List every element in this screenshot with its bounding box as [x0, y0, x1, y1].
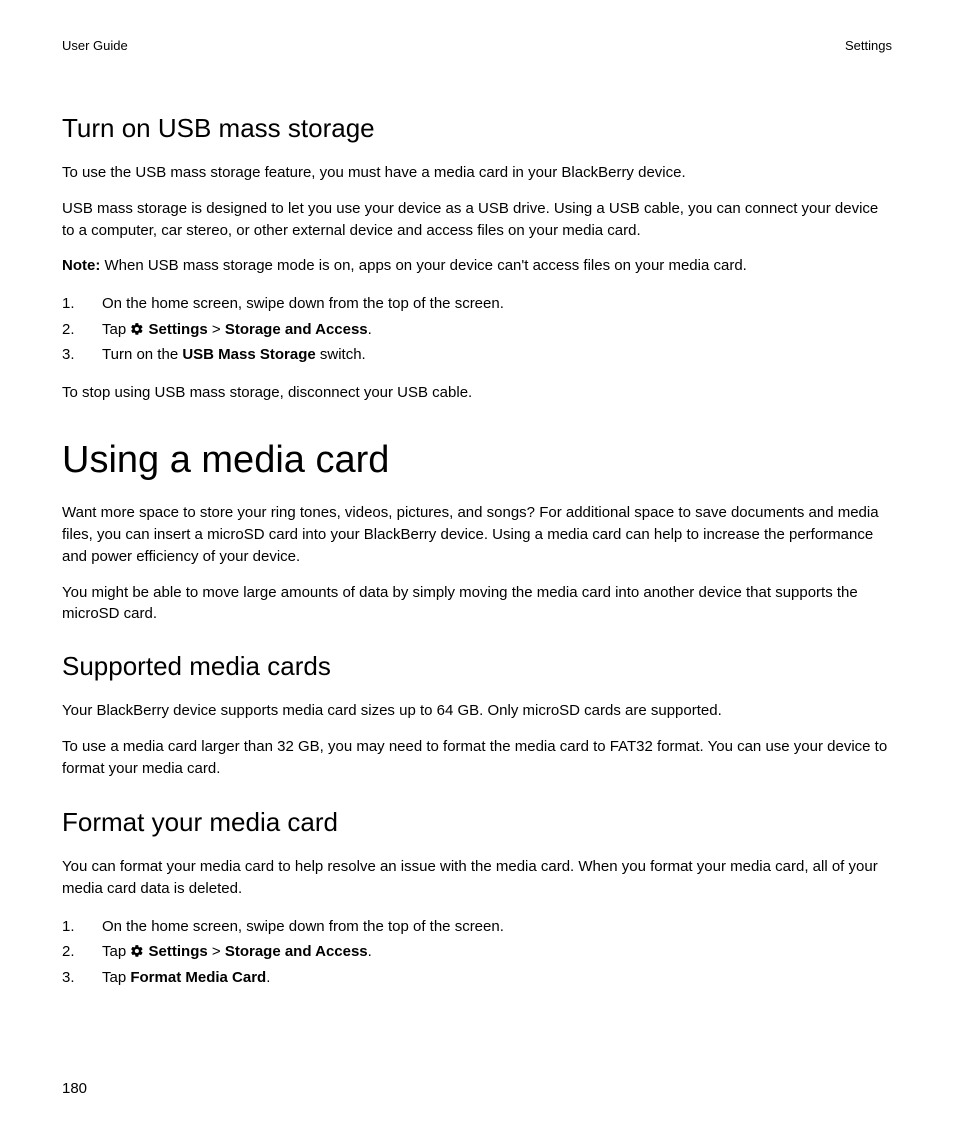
- steps-format-media-card: On the home screen, swipe down from the …: [62, 914, 892, 991]
- path-label: Storage and Access: [225, 943, 368, 960]
- section-title-supported-media-cards: Supported media cards: [62, 651, 892, 682]
- body-text: You might be able to move large amounts …: [62, 582, 892, 626]
- note-label: Note:: [62, 257, 100, 274]
- body-text: To use a media card larger than 32 GB, y…: [62, 736, 892, 780]
- step-item: On the home screen, swipe down from the …: [62, 291, 892, 317]
- step-item: Turn on the USB Mass Storage switch.: [62, 342, 892, 368]
- body-text: To stop using USB mass storage, disconne…: [62, 382, 892, 404]
- step-text: Tap: [102, 321, 130, 338]
- note-body: When USB mass storage mode is on, apps o…: [100, 257, 747, 274]
- body-text: USB mass storage is designed to let you …: [62, 198, 892, 242]
- step-text: .: [368, 321, 372, 338]
- body-text: Want more space to store your ring tones…: [62, 502, 892, 567]
- separator: >: [208, 321, 225, 338]
- page-number: 180: [62, 1080, 87, 1097]
- note-text: Note: When USB mass storage mode is on, …: [62, 255, 892, 277]
- separator: >: [208, 943, 225, 960]
- body-text: Your BlackBerry device supports media ca…: [62, 700, 892, 722]
- step-item: Tap Format Media Card.: [62, 965, 892, 991]
- body-text: You can format your media card to help r…: [62, 856, 892, 900]
- step-item: Tap Settings > Storage and Access.: [62, 317, 892, 343]
- body-text: To use the USB mass storage feature, you…: [62, 162, 892, 184]
- bold-label: USB Mass Storage: [182, 346, 315, 363]
- page-header: User Guide Settings: [62, 38, 892, 53]
- step-text: Tap: [102, 969, 130, 986]
- gear-icon: [130, 941, 144, 955]
- settings-label: Settings: [144, 321, 207, 338]
- step-text: Tap: [102, 943, 130, 960]
- settings-label: Settings: [144, 943, 207, 960]
- steps-usb-mass-storage: On the home screen, swipe down from the …: [62, 291, 892, 368]
- header-right: Settings: [845, 38, 892, 53]
- section-title-format-media-card: Format your media card: [62, 807, 892, 838]
- document-page: User Guide Settings Turn on USB mass sto…: [0, 0, 954, 1145]
- step-item: On the home screen, swipe down from the …: [62, 914, 892, 940]
- path-label: Storage and Access: [225, 321, 368, 338]
- gear-icon: [130, 319, 144, 333]
- step-text: switch.: [316, 346, 366, 363]
- section-title-using-media-card: Using a media card: [62, 439, 892, 482]
- step-text: Turn on the: [102, 346, 182, 363]
- step-text: .: [266, 969, 270, 986]
- step-item: Tap Settings > Storage and Access.: [62, 939, 892, 965]
- bold-label: Format Media Card: [130, 969, 266, 986]
- header-left: User Guide: [62, 38, 128, 53]
- step-text: .: [368, 943, 372, 960]
- section-title-usb-mass-storage: Turn on USB mass storage: [62, 113, 892, 144]
